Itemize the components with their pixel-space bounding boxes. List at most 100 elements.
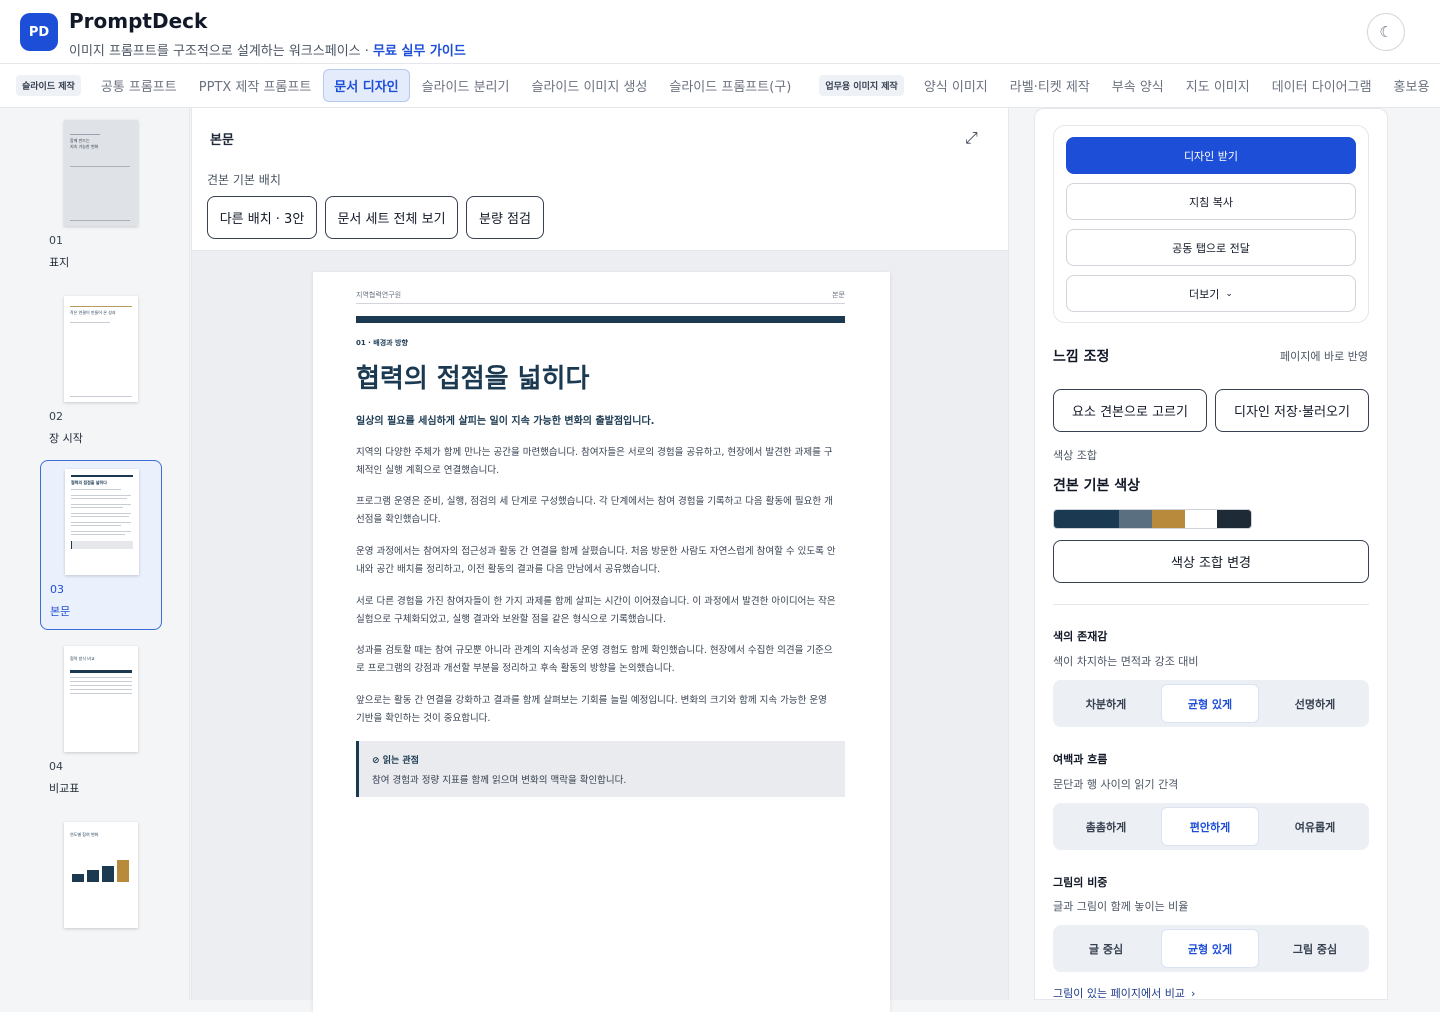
note-body: 참여 경험과 정량 지표를 함께 읽으며 변화의 맥락을 확인합니다. (372, 775, 627, 786)
tab-slide-splitter[interactable]: 슬라이드 분리기 (412, 70, 520, 101)
reading-note-box: ⊘ 읽는 관점 참여 경험과 정량 지표를 함께 읽으며 변화의 맥락을 확인합… (356, 741, 845, 797)
tagline-text: 이미지 프롬프트를 구조적으로 설계하는 워크스페이스 · (69, 44, 374, 59)
check-circle-icon: ⊘ (372, 756, 383, 766)
spacing-flow-segmented: 촘촘하게 편안하게 여유롭게 (1053, 803, 1369, 850)
tab-slide-prompt-old[interactable]: 슬라이드 프롬프트(구) (659, 70, 801, 101)
tab-common-prompt[interactable]: 공통 프롬프트 (91, 70, 187, 101)
seg-option-selected[interactable]: 균형 있게 (1161, 684, 1259, 723)
change-color-button[interactable]: 색상 조합 변경 (1053, 540, 1369, 583)
tab-slide-image-gen[interactable]: 슬라이드 이미지 생성 (521, 70, 657, 101)
chevron-down-icon: ⌄ (1225, 288, 1233, 299)
title-bar (356, 316, 845, 323)
doc-kicker: 01 · 배경과 방향 (356, 339, 408, 347)
seg-option-selected[interactable]: 균형 있게 (1161, 929, 1259, 968)
feel-adjust-title: 느낌 조정 (1053, 349, 1110, 365)
seg-option[interactable]: 차분하게 (1057, 684, 1155, 723)
pick-from-sample-button[interactable]: 요소 견본으로 고르기 (1053, 389, 1207, 432)
send-to-common-tab-button[interactable]: 공동 탭으로 전달 (1066, 229, 1356, 266)
more-button[interactable]: 더보기 ⌄ (1066, 275, 1356, 312)
doc-paragraph: 지역의 다양한 주체가 함께 만나는 공간을 마련했습니다. 참여자들은 서로의… (356, 447, 833, 476)
seg-option[interactable]: 글 중심 (1057, 929, 1155, 968)
thumbnail-chart[interactable]: 연도별 참여 변화 (40, 814, 162, 984)
document-page: 지역협력연구원 본문 01 · 배경과 방향 협력의 접점을 넓히다 일상의 필… (313, 272, 890, 1012)
spacing-flow-title: 여백과 흐름 (1053, 753, 1108, 766)
seg-option[interactable]: 선명하게 (1266, 684, 1364, 723)
chevron-right-icon: › (1190, 987, 1196, 1000)
thumbnail-comparison[interactable]: 협력 방식 비교 04 비교표 (40, 638, 162, 808)
thumbnail-mini-title: 함께 만드는 지속 가능한 변화 (70, 138, 99, 149)
spacing-flow-desc: 문단과 행 사이의 읽기 간격 (1053, 778, 1179, 791)
color-swatch (1119, 510, 1153, 528)
tab-form-image[interactable]: 양식 이미지 (914, 70, 998, 101)
tab-sub-form[interactable]: 부속 양식 (1102, 70, 1174, 101)
theme-toggle-button[interactable]: ☾ (1367, 13, 1405, 51)
thumbnail-mini-title: 연도별 참여 변화 (70, 832, 99, 837)
thumbnail-cover[interactable]: 함께 만드는 지속 가능한 변화 01 표지 (40, 112, 162, 282)
more-label: 더보기 (1189, 287, 1220, 301)
tab-group-label-slides: 슬라이드 제작 (16, 75, 81, 96)
thumbnail-preview: 협력 방식 비교 (64, 646, 138, 752)
thumbnail-mini-title: 작은 연결이 만들어 온 성과 (70, 310, 116, 315)
doc-section: 본문 (832, 291, 845, 299)
compare-link-text: 그림이 있는 페이지에서 비교 (1053, 987, 1185, 1000)
color-combo-title: 견본 기본 색상 (1053, 478, 1141, 494)
seg-option[interactable]: 여유롭게 (1266, 807, 1364, 846)
color-combo-label: 색상 조합 (1053, 449, 1097, 462)
editor-toolbar: 본문 ⤢ 견본 기본 배치 다른 배치 · 3안 문서 세트 전체 보기 분량 … (192, 108, 1008, 251)
section-divider (1053, 604, 1369, 605)
save-load-design-button[interactable]: 디자인 저장·불러오기 (1215, 389, 1369, 432)
thumbnail-body[interactable]: 협력의 접점을 넓히다 03 본문 (40, 460, 162, 630)
note-title-text: 읽는 관점 (382, 756, 419, 766)
thumbnail-chapter-start[interactable]: 작은 연결이 만들어 온 성과 02 장 시작 (40, 288, 162, 458)
feel-adjust-note: 페이지에 바로 반영 (1280, 350, 1368, 363)
app-header: PD PromptDeck 이미지 프롬프트를 구조적으로 설계하는 워크스페이… (0, 0, 1440, 64)
tab-data-diagram[interactable]: 데이터 다이어그램 (1262, 70, 1382, 101)
alt-layout-button[interactable]: 다른 배치 · 3안 (207, 196, 317, 239)
thumbnail-label: 장 시작 (49, 432, 83, 445)
seg-option-selected[interactable]: 편안하게 (1161, 807, 1259, 846)
document-editor: 본문 ⤢ 견본 기본 배치 다른 배치 · 3안 문서 세트 전체 보기 분량 … (191, 108, 1009, 1012)
doc-paragraph: 앞으로는 활동 간 연결을 강화하고 결과를 함께 살펴보는 기회를 늘릴 예정… (356, 695, 827, 724)
action-card: 디자인 받기 지침 복사 공동 탭으로 전달 더보기 ⌄ (1053, 125, 1369, 323)
thumbnail-label: 표지 (49, 256, 70, 269)
image-weight-desc: 글과 그림이 함께 놓이는 비율 (1053, 900, 1189, 913)
thumbnail-label: 비교표 (49, 782, 80, 795)
guide-link[interactable]: 무료 실무 가이드 (373, 44, 466, 59)
color-swatch-strip (1053, 509, 1252, 529)
doc-paragraph: 서로 다른 경험을 가진 참여자들이 한 가지 과제를 함께 살피는 시간이 이… (356, 596, 836, 625)
tab-pptx-prompt[interactable]: PPTX 제작 프롬프트 (189, 70, 322, 101)
thumbnail-number: 03 (50, 583, 64, 596)
doc-title: 협력의 접점을 넓히다 (356, 364, 590, 394)
moon-icon: ☾ (1379, 23, 1393, 41)
expand-icon[interactable]: ⤢ (965, 128, 978, 148)
thumbnail-preview: 연도별 참여 변화 (64, 822, 138, 928)
image-weight-title: 그림의 비중 (1053, 876, 1108, 889)
tab-group-label-business: 업무용 이미지 제작 (819, 75, 904, 96)
tab-document-design[interactable]: 문서 디자인 (323, 69, 410, 102)
color-swatch (1054, 510, 1120, 528)
thumbnail-preview: 작은 연결이 만들어 온 성과 (64, 296, 138, 402)
thumbnail-mini-title: 협력 방식 비교 (70, 656, 95, 661)
view-doc-set-button[interactable]: 문서 세트 전체 보기 (325, 196, 458, 239)
tagline: 이미지 프롬프트를 구조적으로 설계하는 워크스페이스 · 무료 실무 가이드 (69, 40, 466, 59)
compare-image-page-link[interactable]: 그림이 있는 페이지에서 비교 › (1053, 985, 1195, 1001)
seg-option[interactable]: 촘촘하게 (1057, 807, 1155, 846)
doc-organization: 지역협력연구원 (356, 291, 402, 299)
color-swatch (1152, 510, 1185, 528)
length-check-button[interactable]: 분량 점검 (466, 196, 544, 239)
doc-paragraph: 운영 과정에서는 참여자의 접근성과 활동 간 연결을 함께 살폈습니다. 처음… (356, 546, 836, 575)
tab-bar: 슬라이드 제작 공통 프롬프트 PPTX 제작 프롬프트 문서 디자인 슬라이드… (0, 64, 1440, 108)
design-panel: 디자인 받기 지침 복사 공동 탭으로 전달 더보기 ⌄ 느낌 조정 페이지에 바… (1034, 108, 1388, 1000)
seg-option[interactable]: 그림 중심 (1266, 929, 1364, 968)
tab-map-image[interactable]: 지도 이미지 (1176, 70, 1260, 101)
copy-guide-button[interactable]: 지침 복사 (1066, 183, 1356, 220)
layout-label: 견본 기본 배치 (207, 173, 281, 187)
image-weight-segmented: 글 중심 균형 있게 그림 중심 (1053, 925, 1369, 972)
tab-label-ticket[interactable]: 라벨·티켓 제작 (1000, 70, 1100, 101)
header-rule (356, 303, 845, 304)
thumbnail-number: 04 (49, 760, 63, 773)
get-design-button[interactable]: 디자인 받기 (1066, 137, 1356, 174)
editor-title: 본문 (210, 133, 234, 148)
thumbnail-mini-title: 협력의 접점을 넓히다 (71, 480, 107, 485)
tab-promo[interactable]: 홍보용 (1384, 70, 1440, 101)
